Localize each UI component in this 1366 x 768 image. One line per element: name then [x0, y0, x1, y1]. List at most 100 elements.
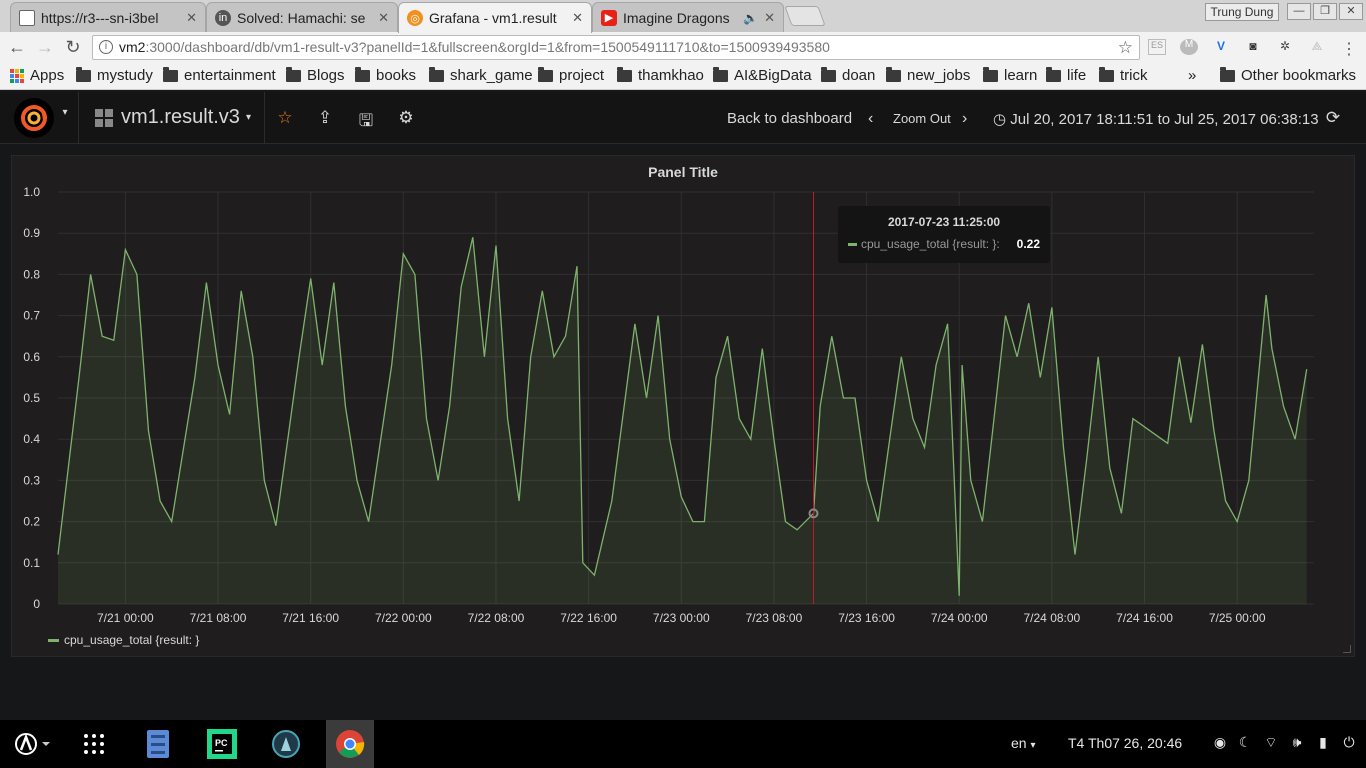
- volume-icon[interactable]: 🕪: [1288, 734, 1306, 752]
- bookmark-folder[interactable]: AI&BigData: [713, 66, 812, 84]
- pocket-icon[interactable]: ◙: [1244, 39, 1262, 55]
- panel-resize-handle[interactable]: [1343, 645, 1351, 653]
- bookmark-folder[interactable]: mystudy: [76, 66, 153, 84]
- refresh-icon[interactable]: ⟳: [1322, 108, 1344, 130]
- dashboard-picker[interactable]: vm1.result.v3 ▾: [95, 106, 251, 129]
- bookmark-label: mystudy: [97, 67, 153, 84]
- youtube-icon: ▶: [601, 9, 617, 26]
- bookmark-label: learn: [1004, 67, 1038, 84]
- pycharm-icon[interactable]: PC: [198, 720, 246, 768]
- save-icon[interactable]: 🖫: [355, 108, 377, 130]
- y-tick-label: 0.6: [23, 350, 40, 364]
- address-bar[interactable]: i vm2:3000/dashboard/db/vm1-result-v3?pa…: [92, 35, 1140, 60]
- bookmark-label: Blogs: [307, 67, 345, 84]
- gear-extension-icon[interactable]: ✲: [1276, 39, 1294, 55]
- bookmark-label: trick: [1120, 67, 1148, 84]
- browser-tab[interactable]: ▶ Imagine Dragons 🔈 ✕: [592, 2, 784, 32]
- file-manager-icon[interactable]: [134, 720, 182, 768]
- bookmark-label: project: [559, 67, 605, 84]
- y-tick-label: 0: [33, 597, 40, 611]
- bookmark-folder[interactable]: project: [538, 66, 605, 84]
- other-bookmarks[interactable]: Other bookmarks: [1220, 66, 1356, 84]
- es-icon[interactable]: ES: [1148, 39, 1166, 55]
- tab-title: Solved: Hamachi: se: [237, 9, 366, 26]
- bookmark-star-icon[interactable]: ☆: [1118, 36, 1133, 59]
- folder-icon: [713, 66, 728, 82]
- back-arrow-icon[interactable]: ←: [6, 37, 28, 57]
- x-tick-label: 7/22 00:00: [375, 611, 432, 625]
- bookmark-folder[interactable]: learn: [983, 66, 1038, 84]
- night-mode-icon[interactable]: ☾: [1236, 734, 1254, 752]
- minimize-button[interactable]: —: [1287, 3, 1311, 20]
- vimeo-icon[interactable]: V: [1212, 39, 1230, 55]
- launcher-icon[interactable]: [8, 720, 56, 768]
- tooltip-value: 0.22: [1016, 237, 1040, 251]
- settings-gear-icon[interactable]: ⚙: [395, 108, 417, 130]
- page-icon: [19, 9, 35, 26]
- m-icon[interactable]: M: [1180, 39, 1198, 55]
- share-icon[interactable]: ⇪: [314, 108, 336, 130]
- bookmark-label: new_jobs: [907, 67, 971, 84]
- series-area-fill: [58, 237, 1307, 605]
- bookmarks-overflow-button[interactable]: »: [1188, 67, 1196, 84]
- bookmark-folder[interactable]: thamkhao: [617, 66, 704, 84]
- close-tab-icon[interactable]: ✕: [764, 10, 775, 26]
- tab-title: Imagine Dragons: [623, 9, 730, 26]
- clock[interactable]: T4 Th07 26, 20:46: [1068, 735, 1182, 751]
- zoom-out-button[interactable]: Zoom Out: [893, 111, 951, 126]
- time-shift-forward-icon[interactable]: ›: [962, 110, 967, 128]
- bookmark-folder[interactable]: doan: [821, 66, 875, 84]
- star-icon[interactable]: ☆: [274, 108, 296, 130]
- close-tab-icon[interactable]: ✕: [572, 10, 583, 26]
- wifi-icon[interactable]: ⌔: [1262, 734, 1280, 752]
- profile-button[interactable]: Trung Dung: [1205, 3, 1279, 21]
- close-window-button[interactable]: ✕: [1339, 3, 1363, 20]
- bookmark-folder[interactable]: life: [1046, 66, 1086, 84]
- chrome-icon[interactable]: [326, 720, 374, 768]
- y-tick-label: 0.8: [23, 267, 40, 281]
- time-series-chart[interactable]: 0 0.1 0.2 0.3 0.4 0.5 0.6 0.7 0.8 0.9 1.0 7/21 00:…: [12, 156, 1356, 626]
- display-icon[interactable]: ◉: [1211, 734, 1229, 752]
- svg-text:PC: PC: [215, 738, 228, 748]
- kodi-icon[interactable]: [262, 720, 310, 768]
- browser-tab[interactable]: in Solved: Hamachi: se ✕: [206, 2, 398, 32]
- triangle-extension-icon[interactable]: ⟁: [1308, 39, 1326, 55]
- folder-icon: [821, 66, 836, 82]
- battery-icon[interactable]: ▮: [1314, 734, 1332, 752]
- forward-arrow-icon[interactable]: →: [34, 37, 56, 57]
- close-tab-icon[interactable]: ✕: [186, 10, 197, 26]
- folder-icon: [355, 66, 370, 82]
- caret-down-icon: ▾: [245, 112, 251, 123]
- bookmark-folder[interactable]: Blogs: [286, 66, 345, 84]
- bookmark-label: entertainment: [184, 67, 276, 84]
- new-tab-button[interactable]: [784, 6, 826, 26]
- bookmark-folder[interactable]: shark_game: [429, 66, 533, 84]
- grafana-logo-icon[interactable]: [14, 98, 54, 138]
- caret-down-icon[interactable]: ▾: [54, 107, 76, 129]
- maximize-button[interactable]: ❐: [1313, 3, 1337, 20]
- time-shift-back-icon[interactable]: ‹: [868, 110, 873, 128]
- time-range-picker[interactable]: ◷ Jul 20, 2017 18:11:51 to Jul 25, 2017 …: [993, 110, 1319, 128]
- audio-icon[interactable]: 🔈: [743, 11, 758, 25]
- bookmark-label: books: [376, 67, 417, 84]
- browser-tab-active[interactable]: ◎ Grafana - vm1.result ✕: [398, 2, 592, 33]
- grafana-icon: ◎: [407, 10, 423, 26]
- os-taskbar: PC en ▾ T4 Th07 26, 20:46 ◉ ☾ ⌔ 🕪 ▮ ⏻: [0, 720, 1366, 768]
- bookmark-folder[interactable]: books: [355, 66, 417, 84]
- x-tick-label: 7/21 00:00: [97, 611, 154, 625]
- close-tab-icon[interactable]: ✕: [378, 10, 389, 26]
- keyboard-language[interactable]: en ▾: [1011, 735, 1036, 751]
- bookmark-folder[interactable]: new_jobs: [886, 66, 971, 84]
- reload-icon[interactable]: ↻: [62, 37, 84, 57]
- back-to-dashboard-button[interactable]: Back to dashboard: [727, 110, 852, 127]
- legend-item[interactable]: cpu_usage_total {result: }: [48, 633, 199, 647]
- menu-dots-icon[interactable]: ⋮: [1340, 39, 1358, 58]
- folder-icon: [163, 66, 178, 82]
- power-icon[interactable]: ⏻: [1340, 734, 1358, 752]
- bookmark-folder[interactable]: trick: [1099, 66, 1148, 84]
- bookmark-apps[interactable]: Apps: [10, 67, 64, 84]
- app-grid-icon[interactable]: [70, 720, 118, 768]
- browser-tab[interactable]: https://r3---sn-i3bel ✕: [10, 2, 206, 32]
- bookmark-folder[interactable]: entertainment: [163, 66, 276, 84]
- info-icon[interactable]: i: [99, 40, 113, 54]
